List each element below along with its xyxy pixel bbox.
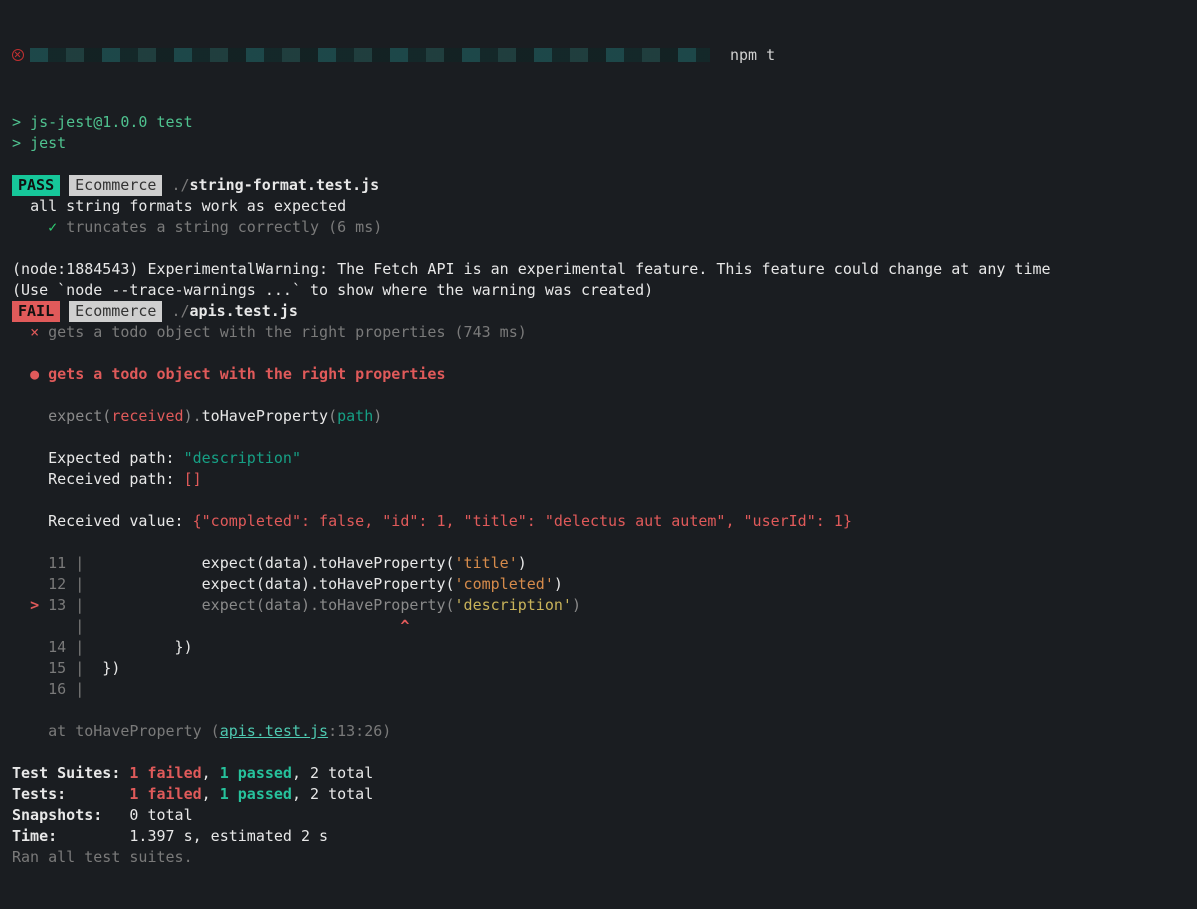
node-warning-2: (Use `node --trace-warnings ...` to show… bbox=[12, 281, 653, 299]
expected-val: "description" bbox=[184, 449, 301, 467]
suites-passed-n: 1 bbox=[220, 764, 229, 782]
ln-12: 12 bbox=[48, 575, 66, 593]
ln-15: 15 bbox=[48, 659, 66, 677]
tests-passed-w: passed bbox=[238, 785, 292, 803]
pass-suite-desc: all string formats work as expected bbox=[30, 197, 346, 215]
code-12-pre: expect(data).toHaveProperty( bbox=[84, 575, 454, 593]
code-13-str: 'description' bbox=[455, 596, 572, 614]
suites-passed-w: passed bbox=[238, 764, 292, 782]
fail-header: gets a todo object with the right proper… bbox=[48, 365, 445, 383]
pipe: | bbox=[75, 596, 84, 614]
code-13-pre: expect(data). bbox=[84, 596, 319, 614]
matcher-word: toHaveProperty bbox=[202, 407, 328, 425]
expect-word: expect( bbox=[48, 407, 111, 425]
code-11-pre: expect(data).toHaveProperty( bbox=[84, 554, 454, 572]
bullet-icon: ● bbox=[30, 365, 39, 383]
code-15: }) bbox=[84, 659, 120, 677]
path-word: path bbox=[337, 407, 373, 425]
stack-pre: at toHaveProperty ( bbox=[48, 722, 220, 740]
project-tag: Ecommerce bbox=[69, 175, 162, 196]
suites-failed-w: failed bbox=[147, 764, 201, 782]
code-12-str: 'completed' bbox=[455, 575, 554, 593]
code-12-post: ) bbox=[554, 575, 563, 593]
pass-path-prefix: ./ bbox=[171, 176, 189, 194]
code-11-post: ) bbox=[518, 554, 527, 572]
code-13-matcher: toHaveProperty bbox=[319, 596, 445, 614]
ln-11: 11 bbox=[48, 554, 66, 572]
pass-badge: PASS bbox=[12, 175, 60, 196]
paren-close: ) bbox=[184, 407, 193, 425]
pass-test-line: truncates a string correctly (6 ms) bbox=[66, 218, 382, 236]
code-13-post: ) bbox=[572, 596, 581, 614]
received-val: [] bbox=[184, 470, 202, 488]
caret-pointer: ^ bbox=[84, 617, 409, 635]
node-warning-1: (node:1884543) ExperimentalWarning: The … bbox=[12, 260, 1051, 278]
suites-total: , 2 total bbox=[292, 764, 373, 782]
value-label: Received value: bbox=[48, 512, 193, 530]
stack-post: :13:26) bbox=[328, 722, 391, 740]
paren-close-2: ) bbox=[373, 407, 382, 425]
paren-open-2: ( bbox=[328, 407, 337, 425]
titlebar: npm t bbox=[12, 46, 1185, 64]
terminal[interactable]: npm t > js-jest@1.0.0 test > jest PASS E… bbox=[0, 0, 1197, 909]
pipe: | bbox=[75, 680, 84, 698]
suites-failed-n: 1 bbox=[129, 764, 138, 782]
tests-label: Tests: bbox=[12, 785, 129, 803]
code-11-str: 'title' bbox=[455, 554, 518, 572]
expected-label: Expected path: bbox=[48, 449, 183, 467]
suites-label: Test Suites: bbox=[12, 764, 129, 782]
pipe: | bbox=[75, 659, 84, 677]
snapshots-val: 0 total bbox=[129, 806, 192, 824]
tests-passed-n: 1 bbox=[220, 785, 229, 803]
decorative-strip bbox=[30, 48, 710, 62]
run-line-2: > jest bbox=[12, 134, 66, 152]
time-val: 1.397 s, estimated 2 s bbox=[129, 827, 328, 845]
check-icon: ✓ bbox=[48, 218, 57, 236]
code-13-open: ( bbox=[446, 596, 455, 614]
tests-total: , 2 total bbox=[292, 785, 373, 803]
stack-file[interactable]: apis.test.js bbox=[220, 722, 328, 740]
title-command: npm t bbox=[730, 45, 775, 66]
time-label: Time: bbox=[12, 827, 129, 845]
fail-badge: FAIL bbox=[12, 301, 60, 322]
ln-14: 14 bbox=[48, 638, 66, 656]
value-val: {"completed": false, "id": 1, "title": "… bbox=[193, 512, 852, 530]
tests-failed-n: 1 bbox=[129, 785, 138, 803]
error-marker: > bbox=[30, 596, 39, 614]
received-word: received bbox=[111, 407, 183, 425]
ln-16: 16 bbox=[48, 680, 66, 698]
pipe: | bbox=[75, 617, 84, 635]
ln-13: 13 bbox=[48, 596, 66, 614]
fail-test-line: gets a todo object with the right proper… bbox=[48, 323, 527, 341]
pipe: | bbox=[75, 575, 84, 593]
x-icon: × bbox=[30, 323, 39, 341]
snapshots-label: Snapshots: bbox=[12, 806, 129, 824]
run-line-1: > js-jest@1.0.0 test bbox=[12, 113, 193, 131]
received-label: Received path: bbox=[48, 470, 183, 488]
ran-line: Ran all test suites. bbox=[12, 848, 193, 866]
fail-path-file: apis.test.js bbox=[190, 302, 298, 320]
fail-path-prefix: ./ bbox=[171, 302, 189, 320]
pass-path-file: string-format.test.js bbox=[190, 176, 380, 194]
tests-failed-w: failed bbox=[147, 785, 201, 803]
pipe: | bbox=[75, 638, 84, 656]
close-icon[interactable] bbox=[12, 49, 24, 61]
pipe: | bbox=[75, 554, 84, 572]
code-14: }) bbox=[84, 638, 192, 656]
project-tag: Ecommerce bbox=[69, 301, 162, 322]
output: > js-jest@1.0.0 test > jest PASS Ecommer… bbox=[12, 112, 1185, 868]
dot: . bbox=[193, 407, 202, 425]
